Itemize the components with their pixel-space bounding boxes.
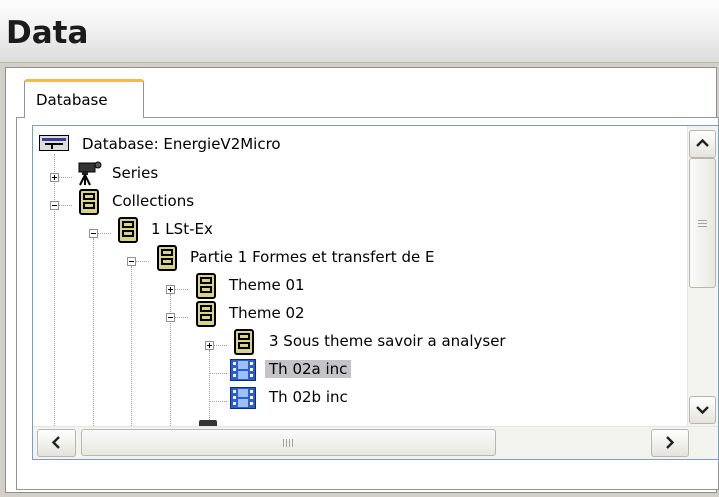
file-cabinet-icon <box>234 329 254 355</box>
scroll-up-button[interactable] <box>689 130 716 158</box>
tree-item-label: Th 02a inc <box>265 360 352 378</box>
tree-item-1-lst-ex[interactable]: 1 LSt-Ex <box>33 216 433 244</box>
tree-item-label: Collections <box>112 192 195 210</box>
scroll-down-button[interactable] <box>689 396 716 424</box>
tree-item-label: 3 Sous theme savoir a analyser <box>269 332 506 350</box>
collapse-toggle[interactable] <box>50 201 59 210</box>
expand-toggle[interactable] <box>205 341 214 350</box>
tab-database[interactable]: Database <box>24 79 144 118</box>
window-title: Data <box>6 15 89 51</box>
tree-item-label: Th 02b inc <box>269 388 348 406</box>
tab-database-label: Database <box>36 91 108 109</box>
tree-item-theme-01[interactable]: Theme 01 <box>33 272 433 300</box>
collapse-toggle[interactable] <box>89 229 98 238</box>
tree-item-database[interactable]: Database: EnergieV2Micro <box>33 134 433 162</box>
tree-item-label: Partie 1 Formes et transfert de E <box>190 248 435 266</box>
database-tree[interactable]: Database: EnergieV2Micro Series Collecti… <box>32 125 719 460</box>
collapse-toggle[interactable] <box>127 257 136 266</box>
collapse-toggle[interactable] <box>166 313 175 322</box>
chevron-up-icon <box>696 138 709 147</box>
file-cabinet-icon <box>118 217 138 243</box>
tree-item-th-02a-inc[interactable]: Th 02a inc <box>33 356 433 384</box>
vertical-scrollbar[interactable] <box>687 126 718 427</box>
chevron-right-icon <box>666 436 675 449</box>
chevron-down-icon <box>696 406 709 415</box>
tree-item-label: Series <box>112 164 159 182</box>
database-icon <box>39 135 69 151</box>
chevron-left-icon <box>51 436 60 449</box>
film-icon <box>230 387 256 409</box>
scroll-right-button[interactable] <box>651 429 689 457</box>
file-cabinet-icon <box>196 301 216 327</box>
tree-item-series[interactable]: Series <box>33 160 433 188</box>
file-cabinet-icon <box>79 189 99 215</box>
tree-item-label: 1 LSt-Ex <box>151 220 213 238</box>
tree-item-collections[interactable]: Collections <box>33 188 433 216</box>
tree-item-th-02b-inc[interactable]: Th 02b inc <box>33 384 433 412</box>
scroll-left-button[interactable] <box>37 429 76 457</box>
tree-item-theme-02[interactable]: Theme 02 <box>33 300 433 328</box>
file-cabinet-icon <box>196 273 216 299</box>
tree-item-label: Theme 01 <box>229 276 305 294</box>
horizontal-scrollbar[interactable] <box>33 426 718 459</box>
vertical-scroll-thumb[interactable] <box>689 158 716 288</box>
tree-item-label: Database: EnergieV2Micro <box>82 135 281 153</box>
file-cabinet-icon <box>157 245 177 271</box>
horizontal-scroll-thumb[interactable] <box>81 429 496 456</box>
tree-item-partie-1[interactable]: Partie 1 Formes et transfert de E <box>33 244 633 272</box>
tree-item-label: Theme 02 <box>229 304 305 322</box>
film-icon <box>230 359 256 381</box>
title-bar: Data <box>0 0 719 63</box>
tree-item-3-sous-theme[interactable]: 3 Sous theme savoir a analyser <box>33 328 673 356</box>
tree-rows: Database: EnergieV2Micro Series Collecti… <box>33 126 688 459</box>
expand-toggle[interactable] <box>50 173 59 182</box>
expand-toggle[interactable] <box>166 285 175 294</box>
camera-icon <box>78 161 102 186</box>
